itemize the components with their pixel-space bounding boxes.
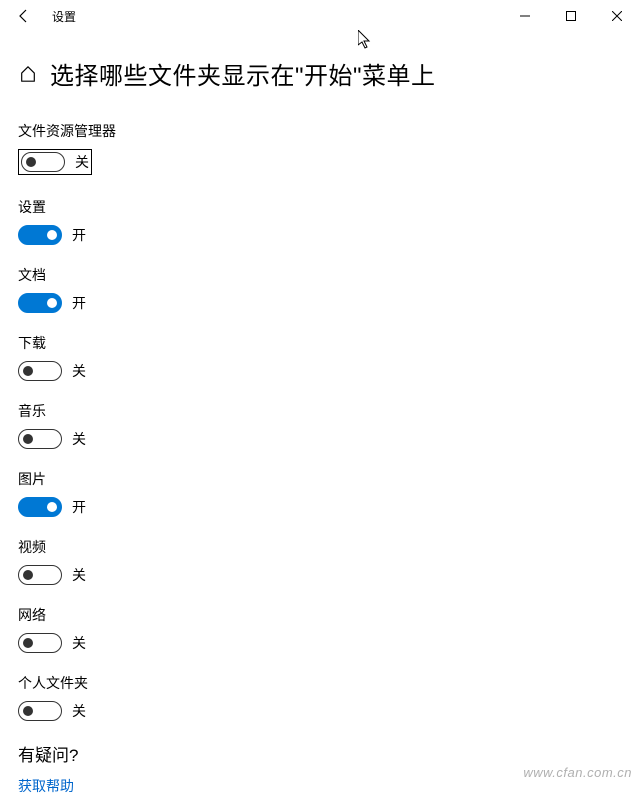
close-button[interactable] (594, 0, 640, 32)
setting-item: 下载关 (18, 333, 622, 381)
page-title: 选择哪些文件夹显示在"开始"菜单上 (50, 56, 436, 91)
toggle-switch[interactable] (18, 361, 62, 381)
setting-item: 音乐关 (18, 401, 622, 449)
setting-label: 文档 (18, 265, 622, 285)
setting-item: 个人文件夹关 (18, 673, 622, 721)
setting-label: 设置 (18, 197, 622, 217)
setting-item: 网络关 (18, 605, 622, 653)
watermark: www.cfan.com.cn (523, 765, 632, 780)
setting-item: 文档开 (18, 265, 622, 313)
home-icon[interactable] (18, 64, 38, 84)
toggle-state-label: 关 (75, 152, 89, 172)
setting-label: 视频 (18, 537, 622, 557)
setting-label: 图片 (18, 469, 622, 489)
toggle-switch[interactable] (18, 429, 62, 449)
toggle-state-label: 关 (72, 361, 86, 381)
toggle-state-label: 关 (72, 701, 86, 721)
setting-label: 音乐 (18, 401, 622, 421)
setting-item: 文件资源管理器关 (18, 121, 622, 177)
title-bar: 设置 (0, 0, 640, 32)
toggle-state-label: 开 (72, 293, 86, 313)
toggle-state-label: 开 (72, 225, 86, 245)
help-title: 有疑问? (18, 741, 622, 766)
setting-item: 视频关 (18, 537, 622, 585)
toggle-state-label: 关 (72, 633, 86, 653)
maximize-button[interactable] (548, 0, 594, 32)
window-controls (502, 0, 640, 32)
toggle-switch[interactable] (18, 293, 62, 313)
setting-item: 图片开 (18, 469, 622, 517)
toggle-switch[interactable] (21, 152, 65, 172)
window-title: 设置 (52, 8, 76, 25)
toggle-state-label: 关 (72, 429, 86, 449)
setting-label: 文件资源管理器 (18, 121, 622, 141)
toggle-switch[interactable] (18, 565, 62, 585)
settings-list: 文件资源管理器关设置开文档开下载关音乐关图片开视频关网络关个人文件夹关 (18, 121, 622, 721)
toggle-state-label: 开 (72, 497, 86, 517)
setting-label: 网络 (18, 605, 622, 625)
setting-label: 下载 (18, 333, 622, 353)
back-button[interactable] (8, 0, 40, 32)
toggle-switch[interactable] (18, 633, 62, 653)
setting-item: 设置开 (18, 197, 622, 245)
minimize-button[interactable] (502, 0, 548, 32)
toggle-switch[interactable] (18, 497, 62, 517)
page-heading: 选择哪些文件夹显示在"开始"菜单上 (18, 56, 622, 91)
toggle-switch[interactable] (18, 701, 62, 721)
setting-label: 个人文件夹 (18, 673, 622, 693)
highlighted-toggle: 关 (18, 149, 92, 175)
toggle-state-label: 关 (72, 565, 86, 585)
toggle-switch[interactable] (18, 225, 62, 245)
